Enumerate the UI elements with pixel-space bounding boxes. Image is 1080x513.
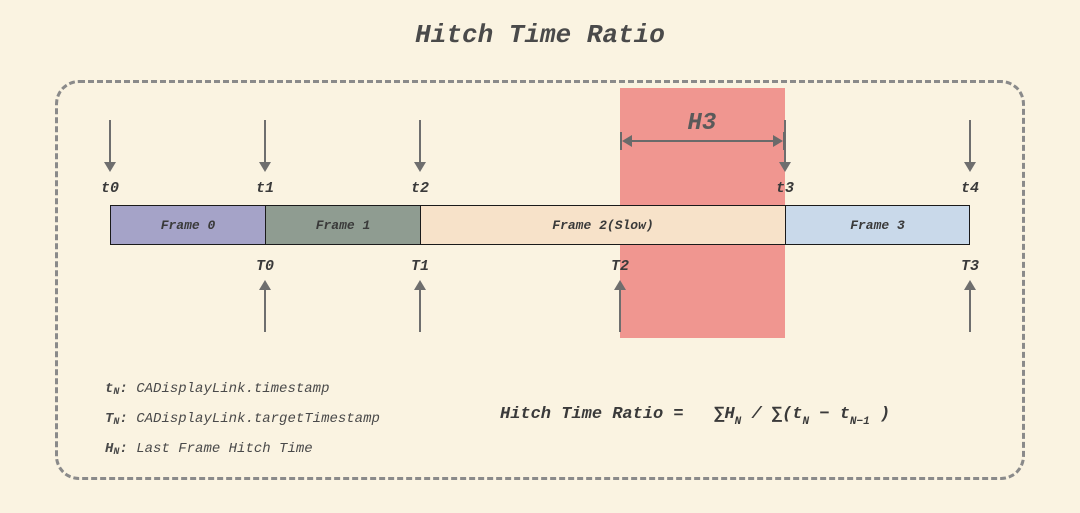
target-timestamp-arrow-0: [264, 282, 266, 332]
timestamp-arrow-4: [969, 120, 971, 170]
legend-Tn: TN: CADisplayLink.targetTimestamp: [105, 405, 380, 435]
diagram-title: Hitch Time Ratio: [0, 20, 1080, 50]
frame-3: Frame 3: [785, 205, 970, 245]
frame-1: Frame 1: [265, 205, 420, 245]
timestamp-label-3: t3: [776, 180, 794, 197]
timestamp-label-1: t1: [256, 180, 274, 197]
timestamp-label-4: t4: [961, 180, 979, 197]
timestamp-arrow-1: [264, 120, 266, 170]
target-timestamp-arrow-2: [619, 282, 621, 332]
hitch-label: H3: [688, 110, 717, 137]
target-timestamp-label-3: T3: [961, 258, 979, 275]
target-timestamp-label-2: T2: [611, 258, 629, 275]
legend-Hn: HN: Last Frame Hitch Time: [105, 435, 380, 465]
hitch-tick-left: [620, 132, 622, 150]
timestamp-label-0: t0: [101, 180, 119, 197]
legend: tN: CADisplayLink.timestamp TN: CADispla…: [105, 375, 380, 465]
frame-2: Frame 2(Slow): [420, 205, 785, 245]
target-timestamp-label-0: T0: [256, 258, 274, 275]
legend-tn: tN: CADisplayLink.timestamp: [105, 375, 380, 405]
timestamp-arrow-0: [109, 120, 111, 170]
target-timestamp-arrow-1: [419, 282, 421, 332]
frame-timeline: Frame 0Frame 1Frame 2(Slow)Frame 3: [110, 205, 970, 245]
timestamp-arrow-2: [419, 120, 421, 170]
formula: Hitch Time Ratio = ∑HN / ∑(tN − tN−1 ): [500, 405, 890, 426]
timestamp-label-2: t2: [411, 180, 429, 197]
frame-0: Frame 0: [110, 205, 265, 245]
hitch-span-arrow: [624, 140, 781, 142]
target-timestamp-label-1: T1: [411, 258, 429, 275]
hitch-tick-right: [783, 132, 785, 150]
target-timestamp-arrow-3: [969, 282, 971, 332]
